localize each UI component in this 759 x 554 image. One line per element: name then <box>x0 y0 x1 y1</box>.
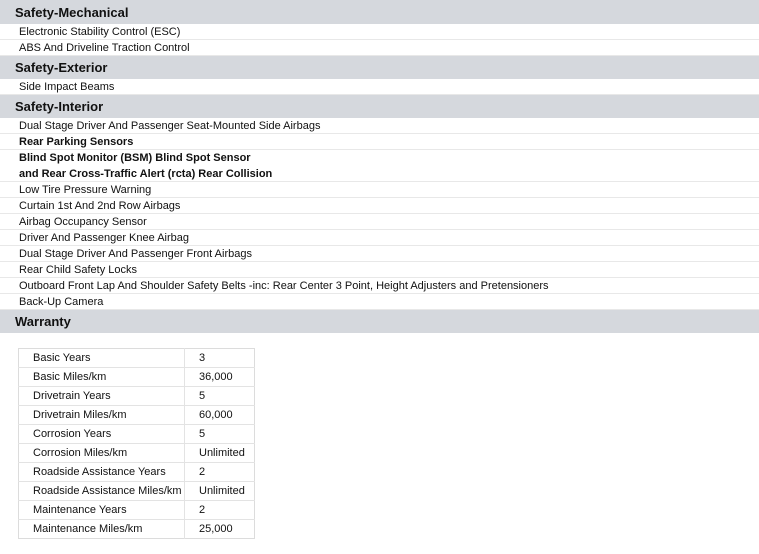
table-row: Corrosion Miles/km Unlimited <box>18 443 255 463</box>
list-item: and Rear Cross-Traffic Alert (rcta) Rear… <box>0 166 759 182</box>
warranty-value: Unlimited <box>184 443 255 463</box>
section-header-safety-mechanical: Safety-Mechanical <box>0 0 759 24</box>
list-item: Rear Parking Sensors <box>0 134 759 150</box>
list-item: Low Tire Pressure Warning <box>0 182 759 198</box>
list-item: Blind Spot Monitor (BSM) Blind Spot Sens… <box>19 152 251 164</box>
section-header-safety-interior: Safety-Interior <box>0 95 759 118</box>
table-row: Drivetrain Miles/km 60,000 <box>18 405 255 425</box>
section-title: Safety-Interior <box>15 99 104 114</box>
table-row: Roadside Assistance Years 2 <box>18 462 255 482</box>
list-item: Electronic Stability Control (ESC) <box>0 24 759 40</box>
list-item: Airbag Occupancy Sensor <box>0 214 759 230</box>
list-item: Outboard Front Lap And Shoulder Safety B… <box>0 278 759 294</box>
list-item: Side Impact Beams <box>0 79 759 95</box>
table-row: Maintenance Miles/km 25,000 <box>18 519 255 539</box>
warranty-label: Basic Years <box>18 348 185 368</box>
warranty-label: Basic Miles/km <box>18 367 185 387</box>
table-row: Basic Years 3 <box>18 348 255 368</box>
section-header-warranty: Warranty <box>0 310 759 333</box>
warranty-label: Drivetrain Years <box>18 386 185 406</box>
table-row: Maintenance Years 2 <box>18 500 255 520</box>
warranty-value: 3 <box>184 348 255 368</box>
table-row: Corrosion Years 5 <box>18 424 255 444</box>
table-row: Basic Miles/km 36,000 <box>18 367 255 387</box>
warranty-value: 25,000 <box>199 523 233 535</box>
warranty-label: Maintenance Miles/km <box>18 519 185 539</box>
warranty-value: 36,000 <box>184 367 255 387</box>
warranty-value: 60,000 <box>184 405 255 425</box>
vehicle-features-page: Safety-Mechanical Electronic Stability C… <box>0 0 759 554</box>
warranty-label: Corrosion Years <box>18 424 185 444</box>
warranty-value: 5 <box>184 386 255 406</box>
list-item: Back-Up Camera <box>0 294 759 310</box>
warranty-label: Corrosion Miles/km <box>18 443 185 463</box>
table-row: Drivetrain Years 5 <box>18 386 255 406</box>
warranty-value: 2 <box>184 462 255 482</box>
warranty-value: 2 <box>184 500 255 520</box>
list-item: Driver And Passenger Knee Airbag <box>0 230 759 246</box>
list-item: Dual Stage Driver And Passenger Seat-Mou… <box>0 118 759 134</box>
warranty-value: 5 <box>184 424 255 444</box>
list-item: ABS And Driveline Traction Control <box>0 40 759 56</box>
warranty-label: Maintenance Years <box>18 500 185 520</box>
warranty-label: Roadside Assistance Miles/km <box>18 481 185 501</box>
list-item: Dual Stage Driver And Passenger Front Ai… <box>0 246 759 262</box>
section-title: Warranty <box>15 314 71 329</box>
list-item: Curtain 1st And 2nd Row Airbags <box>0 198 759 214</box>
section-title: Safety-Mechanical <box>15 4 129 20</box>
warranty-label: Drivetrain Miles/km <box>18 405 185 425</box>
section-title: Safety-Exterior <box>15 60 108 75</box>
list-item: Rear Child Safety Locks <box>0 262 759 278</box>
table-row: Roadside Assistance Miles/km Unlimited <box>18 481 255 501</box>
warranty-table: Basic Years 3 Basic Miles/km 36,000 Driv… <box>18 348 255 539</box>
warranty-label: Roadside Assistance Years <box>18 462 185 482</box>
warranty-value: Unlimited <box>184 481 255 501</box>
section-header-safety-exterior: Safety-Exterior <box>0 56 759 79</box>
